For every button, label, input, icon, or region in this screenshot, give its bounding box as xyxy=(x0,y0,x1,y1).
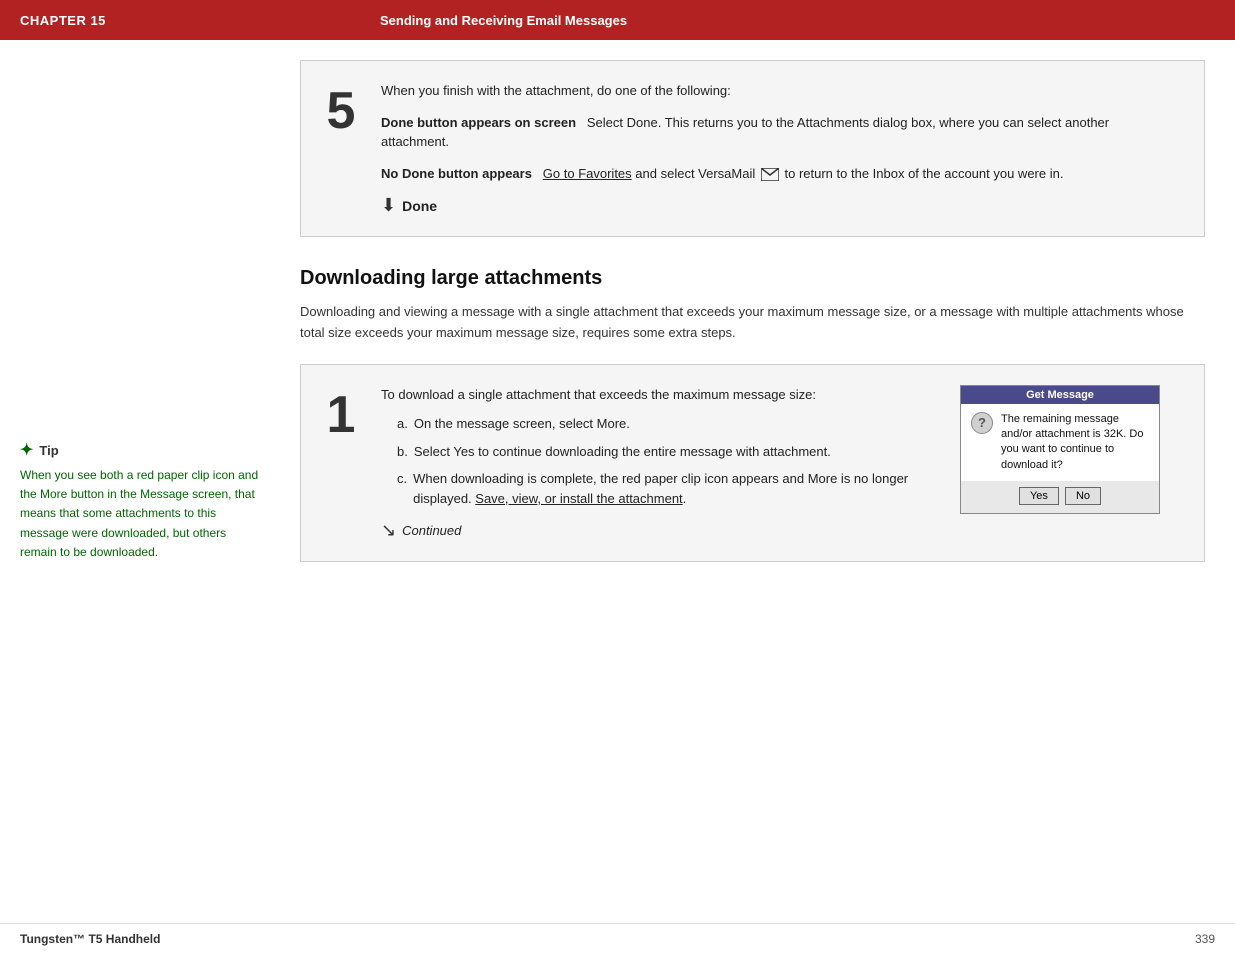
done-arrow-icon: ⬇ xyxy=(381,195,396,216)
step1-item-b-text: Select Yes to continue downloading the e… xyxy=(414,442,831,462)
step1-save-link[interactable]: Save, view, or install the attachment xyxy=(475,491,682,506)
dialog-text: The remaining message and/or attachment … xyxy=(1001,412,1149,474)
email-icon xyxy=(761,168,779,181)
get-message-dialog: Get Message ? The remaining message and/… xyxy=(960,385,1160,515)
step5-number-col: 5 xyxy=(301,81,381,216)
page-footer: Tungsten™ T5 Handheld 339 xyxy=(0,923,1235,954)
step5-number: 5 xyxy=(327,85,356,137)
step5-box: 5 When you finish with the attachment, d… xyxy=(300,60,1205,237)
step5-go-to-favorites-link[interactable]: Go to Favorites xyxy=(543,166,632,181)
step1-dialog-area: Get Message ? The remaining message and/… xyxy=(960,385,1180,542)
step1-item-b-letter: b. xyxy=(397,442,408,462)
tip-label: Tip xyxy=(39,443,58,458)
page-body: ✦ Tip When you see both a red paper clip… xyxy=(0,40,1235,954)
done-label: Done xyxy=(402,198,437,214)
page-header: CHAPTER 15 Sending and Receiving Email M… xyxy=(0,0,1235,40)
dialog-title-bar: Get Message xyxy=(961,386,1159,404)
step5-option2-text: and select VersaMail xyxy=(635,166,759,181)
dialog-question-icon: ? xyxy=(971,412,993,434)
dialog-buttons: Yes No xyxy=(961,481,1159,513)
tip-box: ✦ Tip When you see both a red paper clip… xyxy=(20,440,260,562)
step1-item-c-text: When downloading is complete, the red pa… xyxy=(413,469,940,508)
step5-option1: Done button appears on screen Select Don… xyxy=(381,113,1180,152)
step1-item-a-text: On the message screen, select More. xyxy=(414,414,630,434)
step1-content: To download a single attachment that exc… xyxy=(381,385,1180,542)
footer-page-number: 339 xyxy=(1195,932,1215,946)
dialog-yes-button[interactable]: Yes xyxy=(1019,487,1059,505)
continued-arrow-icon: ↘ xyxy=(381,520,396,541)
step1-item-c-letter: c. xyxy=(397,469,407,508)
step5-option2-text2: to return to the Inbox of the account yo… xyxy=(785,166,1064,181)
step1-item-c: c. When downloading is complete, the red… xyxy=(397,469,940,508)
tip-star-icon: ✦ xyxy=(20,440,33,460)
step1-number: 1 xyxy=(327,389,356,441)
continued-label: Continued xyxy=(402,523,461,538)
step5-done-line: ⬇ Done xyxy=(381,195,1180,216)
step5-intro: When you finish with the attachment, do … xyxy=(381,81,1180,101)
sidebar: ✦ Tip When you see both a red paper clip… xyxy=(0,40,280,954)
section-title: Downloading large attachments xyxy=(300,267,1205,290)
section-intro: Downloading and viewing a message with a… xyxy=(300,302,1205,344)
step5-option1-label: Done button appears on screen xyxy=(381,115,576,130)
tip-header: ✦ Tip xyxy=(20,440,260,460)
step5-option2: No Done button appears Go to Favorites a… xyxy=(381,164,1180,184)
step1-number-col: 1 xyxy=(301,385,381,542)
step5-option2-label: No Done button appears xyxy=(381,166,532,181)
step1-text: To download a single attachment that exc… xyxy=(381,385,940,542)
step5-content: When you finish with the attachment, do … xyxy=(381,81,1180,216)
dialog-body: ? The remaining message and/or attachmen… xyxy=(961,404,1159,482)
step1-item-a-letter: a. xyxy=(397,414,408,434)
step1-continued-line: ↘ Continued xyxy=(381,520,940,541)
main-content: 5 When you finish with the attachment, d… xyxy=(280,40,1235,954)
step1-item-a: a. On the message screen, select More. xyxy=(397,414,940,434)
footer-brand: Tungsten™ T5 Handheld xyxy=(20,932,160,946)
step1-intro: To download a single attachment that exc… xyxy=(381,385,940,405)
tip-text: When you see both a red paper clip icon … xyxy=(20,466,260,562)
chapter-title: Sending and Receiving Email Messages xyxy=(380,13,627,28)
chapter-label: CHAPTER 15 xyxy=(20,13,380,28)
dialog-no-button[interactable]: No xyxy=(1065,487,1101,505)
step1-box: 1 To download a single attachment that e… xyxy=(300,364,1205,563)
step1-item-b: b. Select Yes to continue downloading th… xyxy=(397,442,940,462)
